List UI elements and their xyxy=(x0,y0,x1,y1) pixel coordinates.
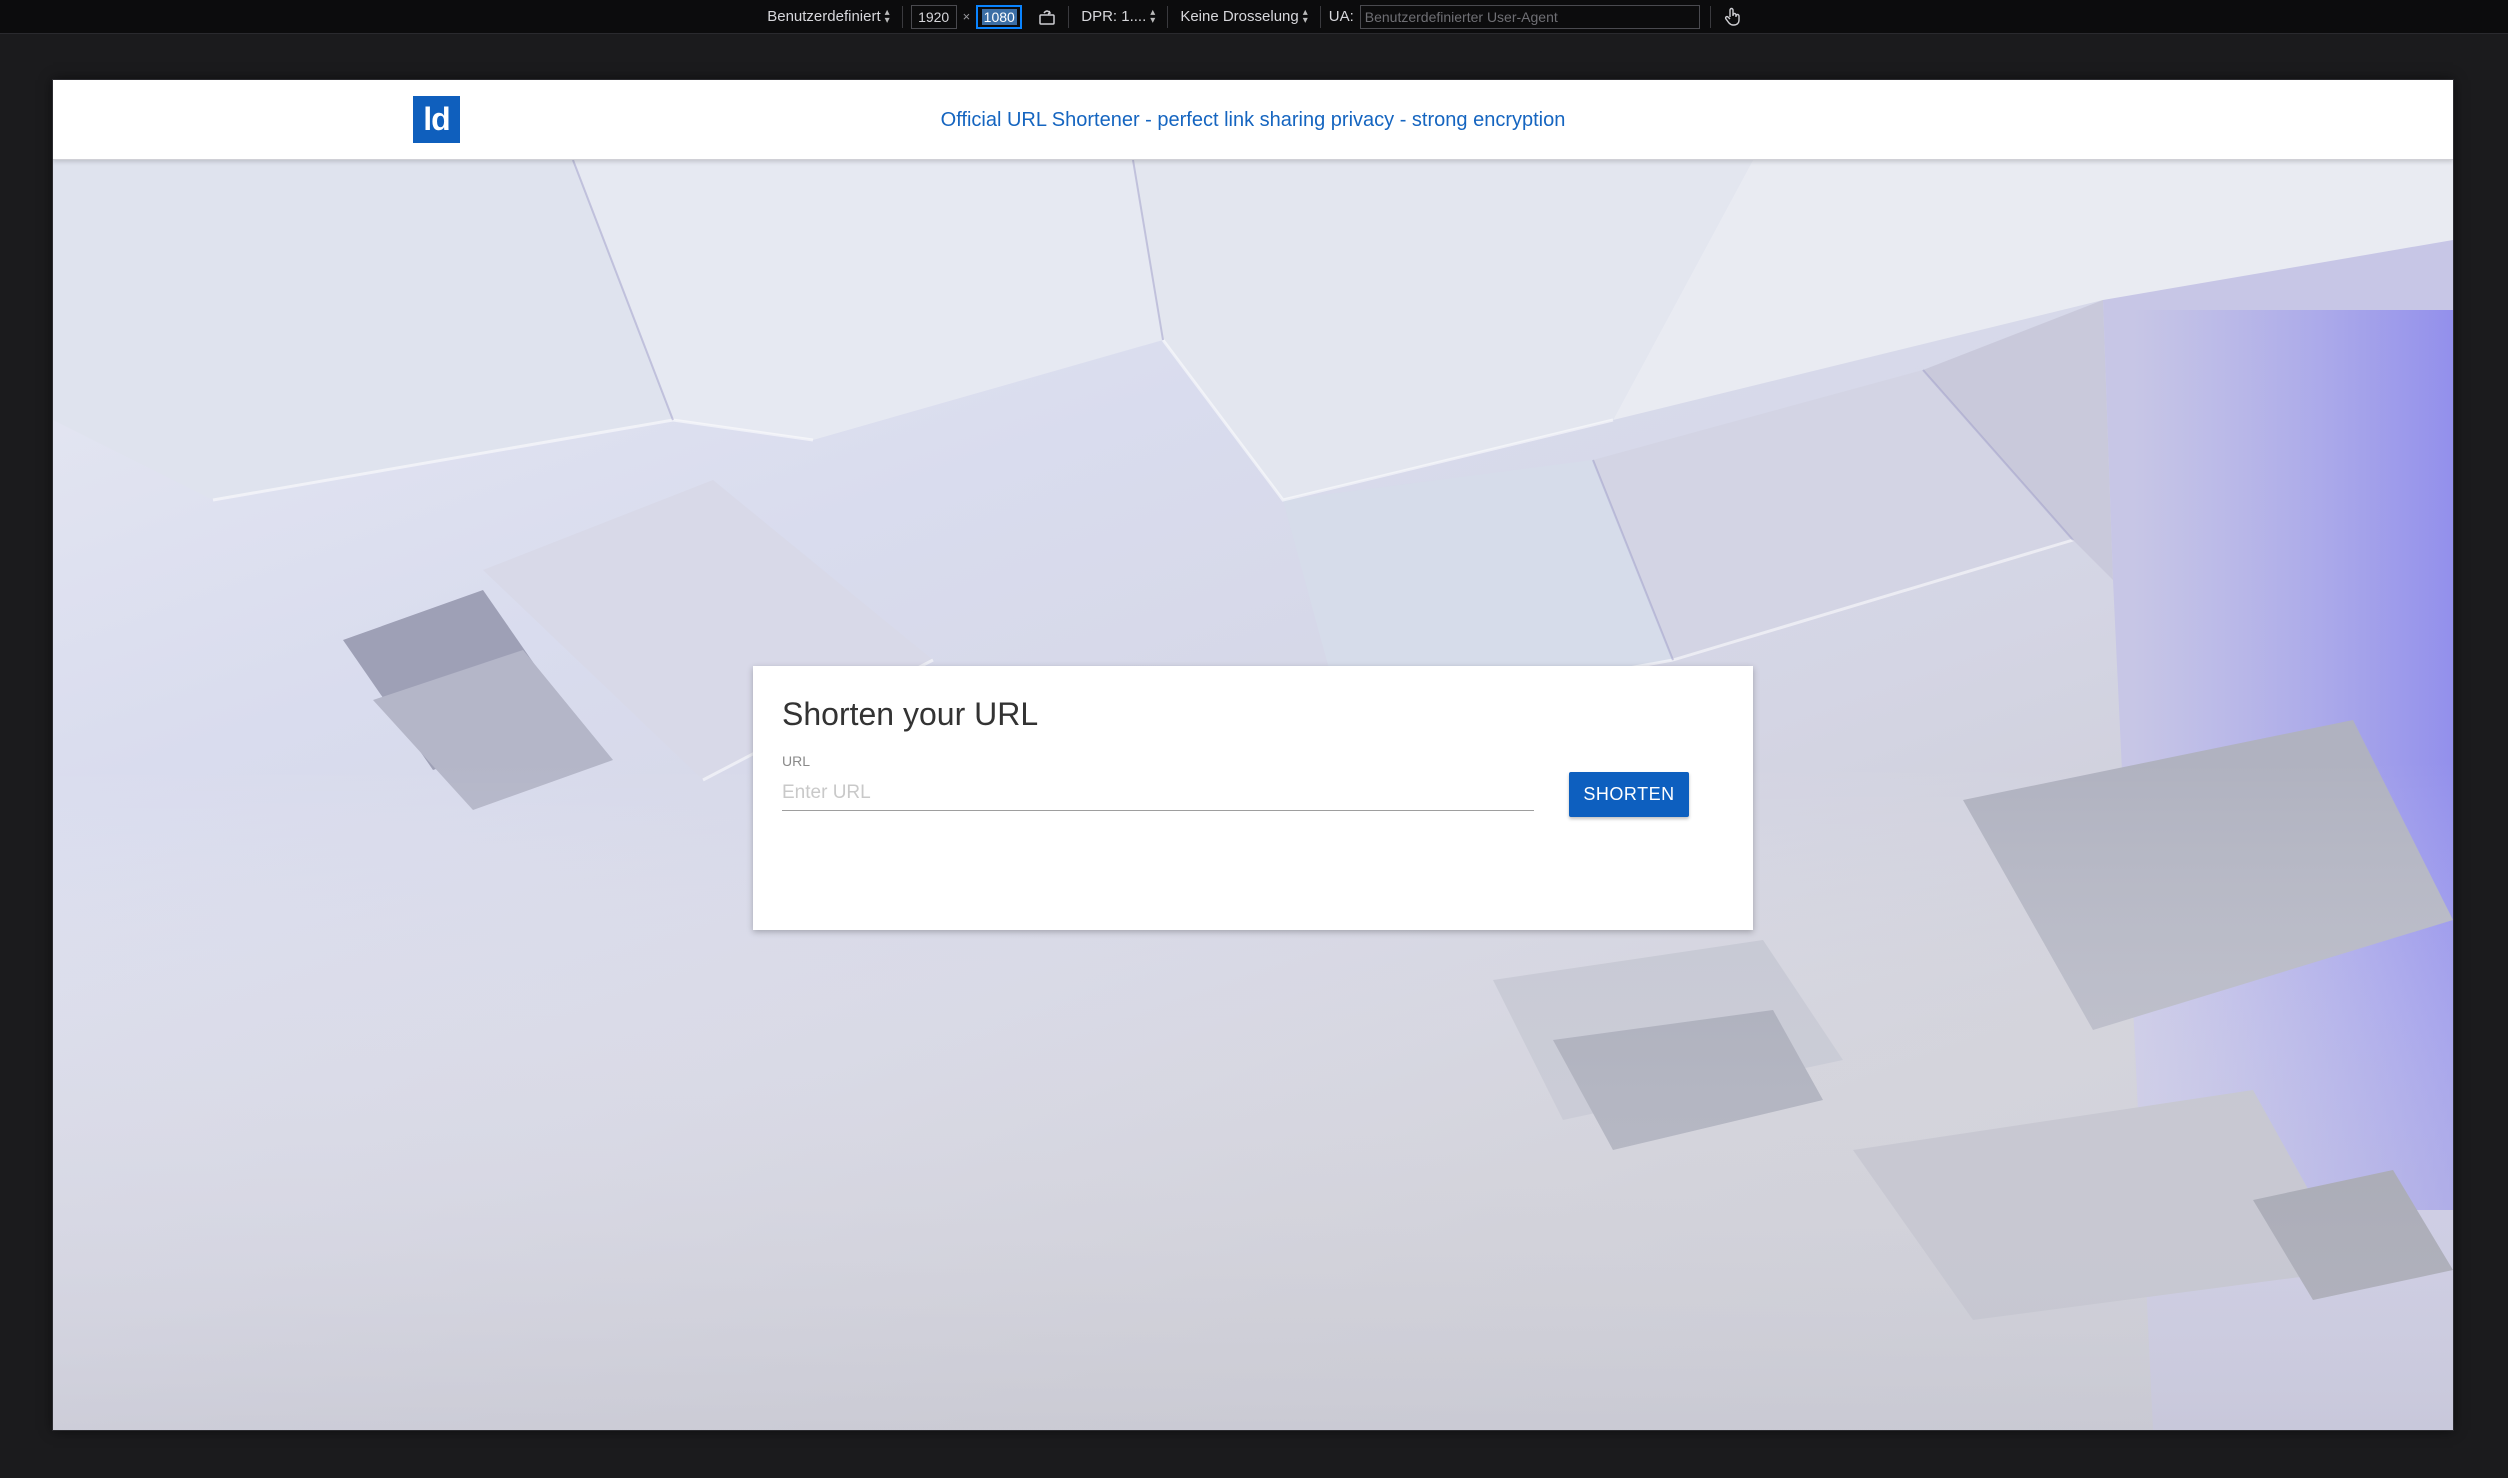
user-agent-label: UA: xyxy=(1328,8,1354,25)
divider xyxy=(1319,5,1321,28)
device-preset-select[interactable]: Benutzerdefiniert ▴ ▾ xyxy=(763,6,893,26)
site-tagline: Official URL Shortener - perfect link sh… xyxy=(940,109,1566,131)
user-agent-input[interactable]: Benutzerdefinierter User-Agent xyxy=(1359,4,1700,29)
select-arrows-icon: ▴ ▾ xyxy=(884,6,890,26)
throttling-select[interactable]: Keine Drosselung ▴ ▾ xyxy=(1176,6,1311,26)
viewport-width-input[interactable]: 1920 xyxy=(910,4,957,29)
viewport-width-value: 1920 xyxy=(918,8,950,25)
device-preset-label: Benutzerdefiniert xyxy=(767,8,881,25)
rotate-icon[interactable] xyxy=(1034,4,1060,30)
divider xyxy=(901,5,903,28)
user-agent-placeholder: Benutzerdefinierter User-Agent xyxy=(1364,8,1558,25)
emulated-viewport: ld Official URL Shortener - perfect link… xyxy=(53,80,2453,1430)
viewport-height-input[interactable]: 1080 xyxy=(976,4,1023,29)
card-title: Shorten your URL xyxy=(782,696,1039,732)
select-arrows-icon: ▴ ▾ xyxy=(1150,6,1156,26)
dimension-separator: × xyxy=(962,9,971,24)
dpr-select[interactable]: DPR: 1.... ▴ ▾ xyxy=(1077,6,1159,26)
site-header: ld Official URL Shortener - perfect link… xyxy=(53,80,2453,160)
divider xyxy=(1709,5,1711,28)
dpr-label: DPR: 1.... xyxy=(1081,8,1147,25)
divider xyxy=(1167,5,1169,28)
shorten-url-card: Shorten your URL URL SHORTEN xyxy=(753,666,1753,930)
url-input[interactable] xyxy=(782,776,1534,811)
shorten-button[interactable]: SHORTEN xyxy=(1569,772,1689,817)
viewport-height-value: 1080 xyxy=(981,8,1017,25)
url-field-label: URL xyxy=(782,753,811,769)
touch-icon[interactable] xyxy=(1719,4,1745,30)
divider xyxy=(1068,5,1070,28)
throttling-label: Keine Drosselung xyxy=(1180,8,1299,25)
select-arrows-icon: ▴ ▾ xyxy=(1302,6,1308,26)
responsive-design-toolbar: Benutzerdefiniert ▴ ▾ 1920 × 1080 DPR: 1.… xyxy=(0,0,2508,34)
